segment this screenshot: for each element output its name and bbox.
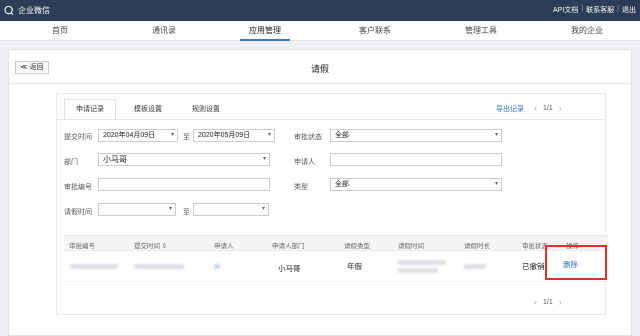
column-header: 请假类型 bbox=[344, 243, 370, 250]
page-indicator: 1/1 bbox=[543, 104, 553, 112]
leave-time-from-select[interactable]: ▾ bbox=[98, 203, 176, 216]
chevron-down-icon: ▾ bbox=[262, 156, 266, 162]
main-nav: 首页 通讯录 应用管理 客户联系 管理工具 我的企业 bbox=[0, 21, 640, 41]
chevron-down-icon: ▾ bbox=[494, 181, 498, 187]
divider: | bbox=[617, 5, 619, 12]
chevron-down-icon: ▾ bbox=[267, 132, 271, 138]
submit-time-to-select[interactable]: 2020年05月09日 ▾ bbox=[193, 129, 275, 142]
nav-customer-contact[interactable]: 客户联系 bbox=[350, 21, 400, 41]
column-header: 申请人 bbox=[214, 243, 234, 250]
brand[interactable]: 企业微信 bbox=[4, 4, 50, 17]
submit-time-to-value: 2020年05月09日 bbox=[198, 132, 251, 139]
table-row: 小马哥 年假 已撤销 bbox=[64, 252, 608, 282]
nav-my-enterprise[interactable]: 我的企业 bbox=[562, 21, 612, 41]
nav-management-tools[interactable]: 管理工具 bbox=[456, 21, 506, 41]
redacted-leave-time bbox=[398, 268, 438, 273]
nav-home[interactable]: 首页 bbox=[40, 21, 80, 41]
department-label: 部门 bbox=[64, 159, 78, 166]
chevron-down-icon: ▾ bbox=[494, 132, 498, 138]
approval-status: 已撤销 bbox=[522, 262, 545, 271]
column-header: 请假时间 bbox=[398, 243, 424, 250]
approval-number-input[interactable] bbox=[98, 178, 270, 191]
to-label: 至 bbox=[183, 134, 190, 141]
department-select[interactable]: 小马哥 ▾ bbox=[98, 153, 270, 166]
contact-support-link[interactable]: 联系客服 bbox=[586, 5, 614, 15]
top-pager: ‹ 1/1 › bbox=[528, 103, 568, 113]
brand-name: 企业微信 bbox=[18, 6, 50, 15]
redacted-leave-duration bbox=[464, 264, 486, 269]
tab-template-settings[interactable]: 模板设置 bbox=[122, 99, 174, 119]
submit-time-label: 提交时间 bbox=[64, 134, 92, 141]
panel-header: ≪ 返回 请假 bbox=[9, 50, 631, 84]
redacted-submit-time bbox=[134, 264, 184, 269]
top-links: API文档 | 联系客服 | 退出 bbox=[553, 5, 636, 15]
prev-page-icon[interactable]: ‹ bbox=[534, 297, 537, 307]
redacted-applicant bbox=[214, 264, 220, 269]
highlight-box bbox=[545, 245, 607, 280]
submit-time-from-value: 2020年04月09日 bbox=[103, 132, 156, 139]
approval-number-label: 审批编号 bbox=[64, 184, 92, 191]
wecom-logo-icon bbox=[4, 5, 14, 16]
tab-application-records[interactable]: 申请记录 bbox=[64, 99, 116, 119]
redacted-leave-time bbox=[398, 260, 446, 265]
leave-type: 年假 bbox=[347, 262, 362, 271]
next-page-icon[interactable]: › bbox=[559, 297, 562, 307]
column-header: 请假时长 bbox=[464, 243, 490, 250]
prev-page-icon[interactable]: ‹ bbox=[534, 103, 537, 113]
status-label: 审批状态 bbox=[294, 134, 322, 141]
redacted-approval-number bbox=[70, 264, 118, 269]
status-value: 全部 bbox=[335, 132, 349, 139]
nav-app-management[interactable]: 应用管理 bbox=[240, 21, 290, 41]
table-header: 审批编号 提交时间 ⇕ 申请人 申请人部门 请假类型 请假时间 请假时长 审批状… bbox=[64, 235, 608, 251]
type-select[interactable]: 全部 ▾ bbox=[330, 178, 502, 191]
type-label: 类型 bbox=[294, 184, 308, 191]
page-title: 请假 bbox=[310, 64, 329, 74]
page-indicator: 1/1 bbox=[543, 298, 553, 306]
bottom-pager: ‹ 1/1 › bbox=[528, 297, 568, 307]
tab-bar: 申请记录 模板设置 规则设置 bbox=[64, 99, 238, 119]
logout-link[interactable]: 退出 bbox=[622, 5, 636, 15]
divider: | bbox=[581, 5, 584, 12]
leave-time-to-select[interactable]: ▾ bbox=[193, 203, 269, 216]
chevron-down-icon: ▾ bbox=[261, 206, 265, 212]
column-header-sortable[interactable]: 提交时间 ⇕ bbox=[134, 240, 167, 250]
top-bar: 企业微信 API文档 | 联系客服 | 退出 bbox=[0, 0, 640, 21]
leave-time-label: 请假时间 bbox=[64, 209, 92, 216]
tab-rule-settings[interactable]: 规则设置 bbox=[180, 99, 232, 119]
type-value: 全部 bbox=[335, 181, 349, 188]
divider bbox=[56, 119, 606, 120]
to-label: 至 bbox=[183, 209, 190, 216]
chevron-down-icon: ▾ bbox=[170, 132, 174, 138]
status-select[interactable]: 全部 ▾ bbox=[330, 129, 502, 142]
column-header: 审批编号 bbox=[69, 243, 95, 250]
department-value: 小马哥 bbox=[103, 155, 127, 164]
applicant-department: 小马哥 bbox=[278, 264, 301, 273]
next-page-icon[interactable]: › bbox=[559, 103, 562, 113]
column-header: 申请人部门 bbox=[272, 243, 305, 250]
api-docs-link[interactable]: API文档 bbox=[553, 5, 578, 15]
chevron-down-icon: ▾ bbox=[168, 206, 172, 212]
applicant-input[interactable] bbox=[330, 153, 502, 166]
applicant-label: 申请人 bbox=[294, 159, 315, 166]
export-records-link[interactable]: 导出记录 bbox=[496, 104, 524, 114]
submit-time-from-select[interactable]: 2020年04月09日 ▾ bbox=[98, 129, 178, 142]
nav-contacts[interactable]: 通讯录 bbox=[142, 21, 186, 41]
